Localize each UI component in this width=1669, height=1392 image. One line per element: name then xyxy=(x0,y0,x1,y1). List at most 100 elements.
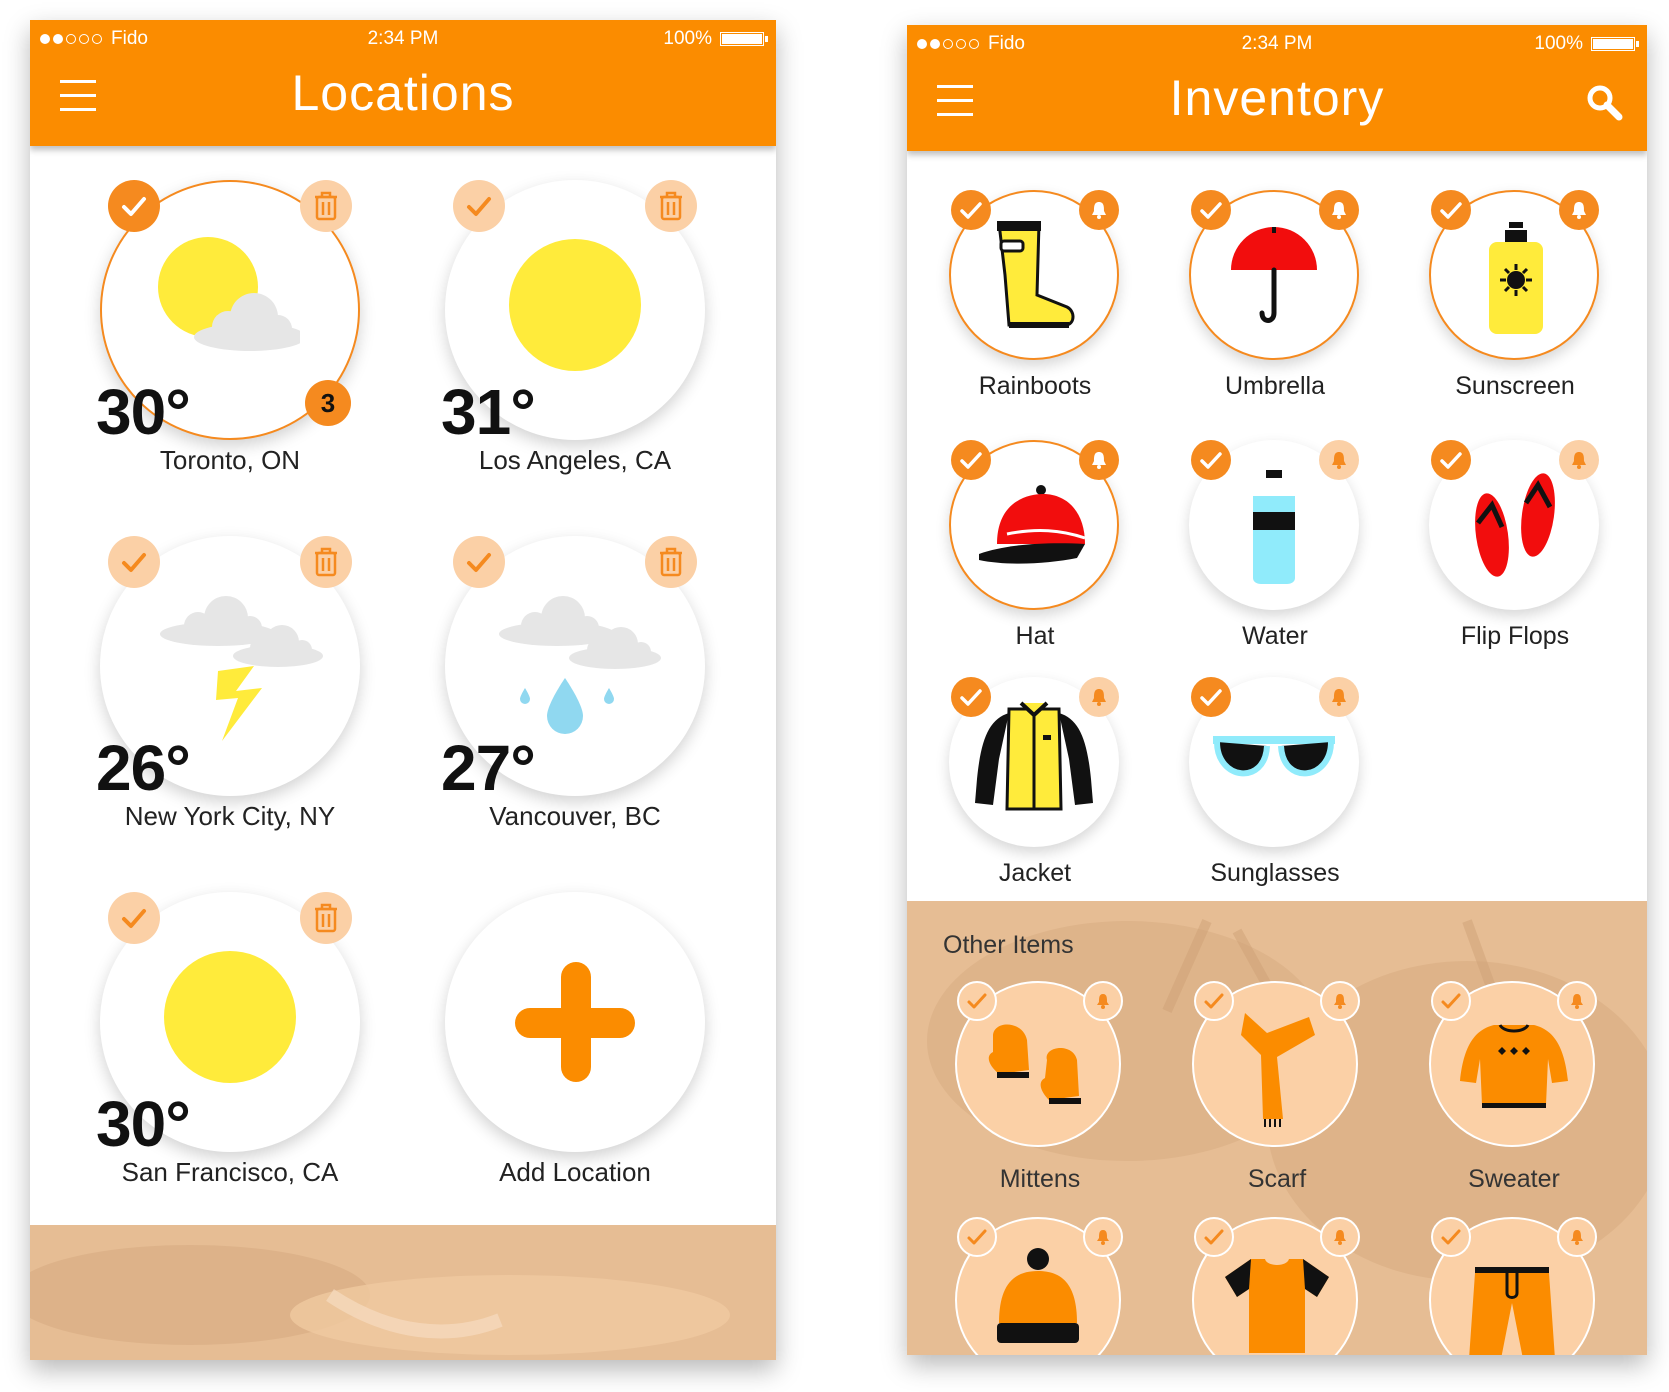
location-tile-vancouver[interactable]: 27° Vancouver, BC xyxy=(441,536,705,831)
check-icon[interactable] xyxy=(1191,677,1231,717)
inventory-item-rainboots[interactable]: Rainboots xyxy=(949,190,1121,400)
sweater-icon xyxy=(1460,1024,1568,1108)
inventory-item-sunglasses[interactable]: Sunglasses xyxy=(1189,677,1361,887)
bell-icon[interactable] xyxy=(1079,677,1119,717)
trash-icon[interactable] xyxy=(645,180,697,232)
app-bar: Fido 2:34 PM 100% Inventory xyxy=(907,25,1647,151)
thunderstorm-icon xyxy=(160,596,323,741)
item-name: Mittens xyxy=(999,1165,1081,1193)
add-location-button[interactable]: Add Location xyxy=(445,892,705,1187)
battery-percent: 100% xyxy=(663,28,712,49)
other-item-scarf[interactable]: Scarf xyxy=(1192,981,1362,1193)
check-icon[interactable] xyxy=(108,180,160,232)
other-item-toque[interactable] xyxy=(955,1217,1125,1355)
status-bar: Fido 2:34 PM 100% xyxy=(907,31,1647,57)
other-item-t-shirt[interactable] xyxy=(1192,1217,1362,1355)
location-name: Vancouver, BC xyxy=(489,801,661,831)
trash-icon[interactable] xyxy=(645,536,697,588)
bell-icon[interactable] xyxy=(1083,1217,1123,1257)
item-name: Jacket xyxy=(998,859,1072,887)
page-title: Inventory xyxy=(1169,70,1385,126)
trash-icon[interactable] xyxy=(300,180,352,232)
check-icon[interactable] xyxy=(108,536,160,588)
location-tile-new-york[interactable]: 26° New York City, NY xyxy=(96,536,360,831)
inventory-item-jacket[interactable]: Jacket xyxy=(949,677,1121,887)
inventory-item-water[interactable]: Water xyxy=(1189,440,1361,650)
bell-icon[interactable] xyxy=(1557,1217,1597,1257)
item-name: Sweater xyxy=(1468,1165,1560,1193)
check-icon[interactable] xyxy=(1194,981,1234,1021)
check-icon[interactable] xyxy=(108,892,160,944)
location-tile-los-angeles[interactable]: 31° Los Angeles, CA xyxy=(441,180,705,475)
location-name: San Francisco, CA xyxy=(121,1157,339,1187)
item-name: Sunglasses xyxy=(1210,859,1340,887)
check-icon[interactable] xyxy=(1431,190,1471,230)
item-name: Scarf xyxy=(1247,1165,1307,1193)
bell-icon[interactable] xyxy=(1320,1217,1360,1257)
app-bar: Fido 2:34 PM 100% Locations xyxy=(30,20,776,146)
trash-icon[interactable] xyxy=(300,536,352,588)
check-icon[interactable] xyxy=(1191,190,1231,230)
page-title: Locations xyxy=(291,65,515,121)
sun-behind-cloud-icon xyxy=(158,237,300,351)
umbrella-icon xyxy=(1231,227,1317,323)
check-icon[interactable] xyxy=(453,536,505,588)
check-icon[interactable] xyxy=(1194,1217,1234,1257)
check-icon[interactable] xyxy=(1191,440,1231,480)
search-icon[interactable] xyxy=(1585,83,1625,123)
item-name: Hat xyxy=(1015,622,1055,650)
bell-icon[interactable] xyxy=(1319,677,1359,717)
bell-icon[interactable] xyxy=(1320,981,1360,1021)
location-name: Toronto, ON xyxy=(159,445,301,475)
location-name: New York City, NY xyxy=(124,801,336,831)
trash-icon[interactable] xyxy=(300,892,352,944)
background-photo xyxy=(30,1225,776,1360)
check-icon[interactable] xyxy=(957,981,997,1021)
bell-icon[interactable] xyxy=(1319,440,1359,480)
other-item-pants[interactable] xyxy=(1429,1217,1599,1355)
other-items-section: Other Items Mittens Scarf Sweater xyxy=(907,901,1647,1355)
battery-icon xyxy=(720,32,768,46)
sunglasses-icon xyxy=(1213,736,1335,777)
inventory-item-hat[interactable]: Hat xyxy=(949,440,1121,650)
check-icon[interactable] xyxy=(957,1217,997,1257)
location-tile-toronto[interactable]: 30° 3 Toronto, ON xyxy=(96,180,360,475)
bell-icon[interactable] xyxy=(1079,440,1119,480)
bell-icon[interactable] xyxy=(1319,190,1359,230)
flip-flops-icon xyxy=(1475,473,1555,577)
inventory-item-flip-flops[interactable]: Flip Flops xyxy=(1429,440,1601,650)
check-icon[interactable] xyxy=(1431,440,1471,480)
location-tile-san-francisco[interactable]: 30° San Francisco, CA xyxy=(96,892,360,1187)
items-count-badge: 3 xyxy=(305,380,351,426)
check-icon[interactable] xyxy=(1431,981,1471,1021)
sunscreen-icon xyxy=(1489,222,1543,334)
check-icon[interactable] xyxy=(951,190,991,230)
bell-icon[interactable] xyxy=(1559,190,1599,230)
status-bar: Fido 2:34 PM 100% xyxy=(30,26,776,52)
location-name: Los Angeles, CA xyxy=(478,445,672,475)
check-icon[interactable] xyxy=(951,677,991,717)
item-name: Rainboots xyxy=(978,372,1092,400)
t-shirt-icon xyxy=(1225,1259,1329,1353)
water-bottle-icon xyxy=(1253,470,1295,584)
item-name: Water xyxy=(1242,622,1308,650)
battery-indicator: 100% xyxy=(1534,33,1639,55)
battery-percent: 100% xyxy=(1534,33,1583,54)
plus-icon xyxy=(515,962,635,1082)
inventory-item-umbrella[interactable]: Umbrella xyxy=(1189,190,1361,400)
check-icon[interactable] xyxy=(453,180,505,232)
bell-icon[interactable] xyxy=(1079,190,1119,230)
bell-icon[interactable] xyxy=(1083,981,1123,1021)
bell-icon[interactable] xyxy=(1559,440,1599,480)
other-item-mittens[interactable]: Mittens xyxy=(955,981,1125,1193)
inventory-item-sunscreen[interactable]: Sunscreen xyxy=(1429,190,1601,400)
inventory-screen: Fido 2:34 PM 100% Inventory Rainboots Um… xyxy=(907,25,1647,1355)
scarf-icon xyxy=(1241,1013,1315,1127)
cap-icon xyxy=(979,485,1086,564)
bell-icon[interactable] xyxy=(1557,981,1597,1021)
add-location-label: Add Location xyxy=(499,1157,651,1187)
check-icon[interactable] xyxy=(1431,1217,1471,1257)
other-item-sweater[interactable]: Sweater xyxy=(1429,981,1599,1193)
check-icon[interactable] xyxy=(951,440,991,480)
pants-icon xyxy=(1469,1267,1555,1355)
